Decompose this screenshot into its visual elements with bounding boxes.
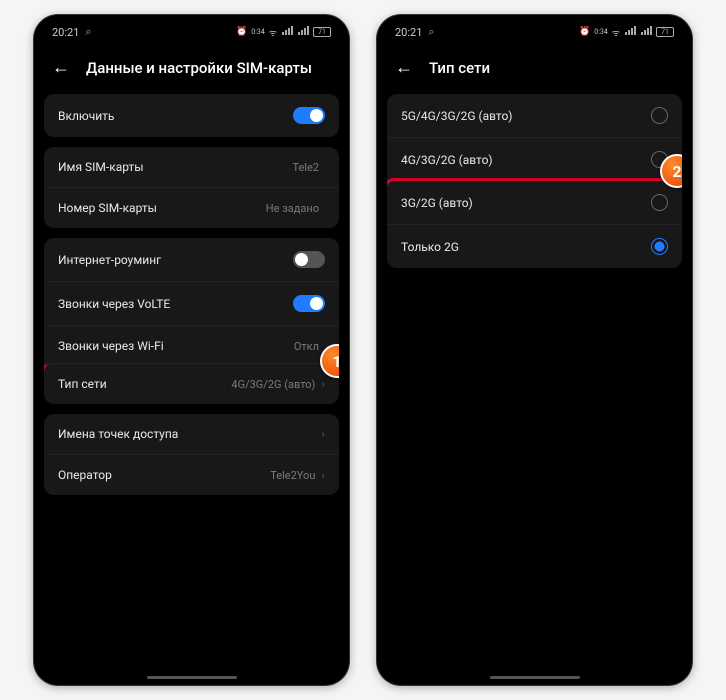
row-operator[interactable]: Оператор Tele2You › (44, 454, 339, 495)
clock-text: 20:21 (395, 26, 422, 39)
phone-left: 20:21 ⌕ ⏰ 0:34 ᯤ 71 ← Данные и настройки… (34, 15, 349, 685)
row-volte[interactable]: Звонки через VoLTE (44, 281, 339, 325)
screen-header: ← Тип сети (377, 43, 692, 94)
row-label: Имена точек доступа (58, 427, 178, 441)
page-title: Данные и настройки SIM-карты (86, 59, 312, 77)
signal-icon-2 (640, 26, 652, 38)
radio-icon[interactable] (651, 194, 668, 211)
search-icon[interactable]: ⌕ (85, 25, 91, 39)
alarm-time: 0:34 (594, 28, 608, 36)
home-indicator[interactable] (490, 676, 580, 679)
option-5g[interactable]: 5G/4G/3G/2G (авто) (387, 94, 682, 137)
status-bar: 20:21 ⌕ ⏰ 0:34 ᯤ 71 (377, 15, 692, 43)
status-icons: ⏰ 0:34 ᯤ 71 (236, 26, 331, 39)
toggle-enable[interactable] (293, 107, 325, 124)
option-label: Только 2G (401, 240, 459, 254)
radio-icon[interactable] (651, 107, 668, 124)
row-label: Имя SIM-карты (58, 160, 144, 174)
option-4g[interactable]: 4G/3G/2G (авто) (387, 137, 682, 181)
row-value: 4G/3G/2G (авто) (231, 378, 321, 391)
option-label: 5G/4G/3G/2G (авто) (401, 109, 512, 123)
signal-icon-2 (297, 26, 309, 38)
row-value: Tele2 (292, 161, 325, 174)
row-sim-name[interactable]: Имя SIM-карты Tele2 (44, 147, 339, 187)
row-label: Тип сети (58, 377, 107, 391)
option-label: 3G/2G (авто) (401, 196, 473, 210)
radio-icon-selected[interactable] (651, 238, 668, 255)
alarm-icon: ⏰ (236, 27, 247, 37)
status-bar: 20:21 ⌕ ⏰ 0:34 ᯤ 71 (34, 15, 349, 43)
chevron-right-icon: › (321, 468, 325, 482)
battery-icon: 71 (313, 27, 331, 37)
alarm-time: 0:34 (251, 28, 265, 36)
row-label: Включить (58, 109, 114, 123)
row-roaming[interactable]: Интернет-роуминг (44, 238, 339, 281)
toggle-volte[interactable] (293, 295, 325, 312)
chevron-right-icon: › (321, 427, 325, 441)
home-indicator[interactable] (147, 676, 237, 679)
back-icon[interactable]: ← (52, 57, 70, 78)
row-wifi-call[interactable]: Звонки через Wi-Fi Откл (44, 325, 339, 366)
option-label: 4G/3G/2G (авто) (401, 153, 493, 167)
row-label: Звонки через Wi-Fi (58, 339, 164, 353)
page-title: Тип сети (429, 59, 490, 77)
alarm-icon: ⏰ (579, 27, 590, 37)
back-icon[interactable]: ← (395, 57, 413, 78)
battery-icon: 71 (656, 27, 674, 37)
row-label: Оператор (58, 468, 112, 482)
signal-icon (624, 26, 636, 38)
phone-right: 20:21 ⌕ ⏰ 0:34 ᯤ 71 ← Тип сети 5G/4G/3G/… (377, 15, 692, 685)
row-label: Звонки через VoLTE (58, 297, 170, 311)
wifi-icon: ᯤ (612, 26, 620, 39)
status-icons: ⏰ 0:34 ᯤ 71 (579, 26, 674, 39)
clock-text: 20:21 (52, 26, 79, 39)
row-enable[interactable]: Включить (44, 94, 339, 137)
row-label: Номер SIM-карты (58, 201, 157, 215)
chevron-right-icon: › (321, 377, 325, 391)
option-2g[interactable]: Только 2G (387, 224, 682, 268)
row-label: Интернет-роуминг (58, 253, 161, 267)
row-sim-number[interactable]: Номер SIM-карты Не задано (44, 187, 339, 228)
option-3g[interactable]: 3G/2G (авто) (387, 181, 682, 224)
row-value: Не задано (266, 202, 325, 215)
row-apn[interactable]: Имена точек доступа › (44, 414, 339, 454)
row-value: Откл (294, 340, 325, 353)
wifi-icon: ᯤ (269, 26, 277, 39)
row-network-type[interactable]: Тип сети 4G/3G/2G (авто) › 1 (44, 363, 339, 404)
screen-header: ← Данные и настройки SIM-карты (34, 43, 349, 94)
row-value: Tele2You (270, 469, 321, 482)
signal-icon (281, 26, 293, 38)
search-icon[interactable]: ⌕ (428, 25, 434, 39)
toggle-roaming[interactable] (293, 251, 325, 268)
